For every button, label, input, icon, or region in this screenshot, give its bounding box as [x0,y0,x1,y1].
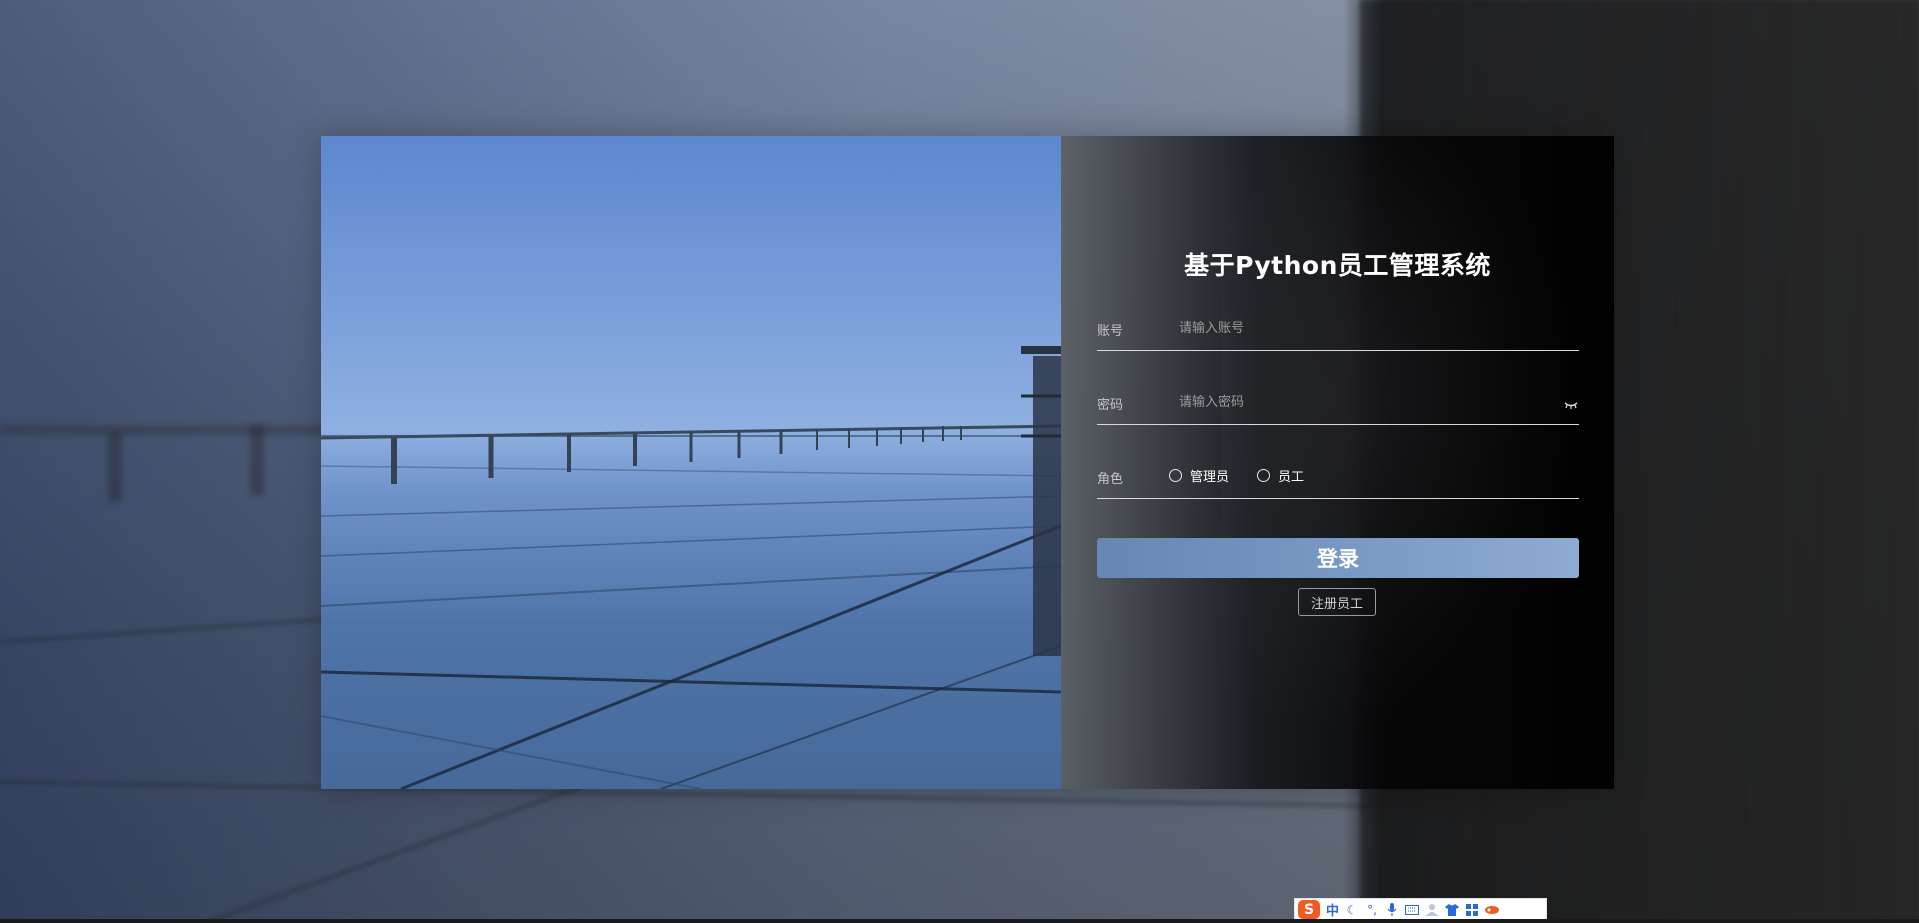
role-label: 角色 [1097,472,1124,487]
ime-toolbar: S 中 ☾ °, [1294,898,1547,921]
shirt-icon[interactable] [1445,903,1460,917]
grid-icon[interactable] [1465,903,1479,917]
account-field: 账号 [1097,310,1579,351]
punctuation-icon[interactable]: °, [1365,903,1379,917]
sogou-logo-icon[interactable]: S [1298,900,1320,919]
role-option-employee[interactable]: 员工 [1257,466,1304,485]
user-icon[interactable] [1425,903,1439,917]
keyboard-icon[interactable] [1405,903,1420,917]
microphone-icon[interactable] [1385,903,1399,917]
role-option-label: 员工 [1278,470,1305,485]
building-photo [321,136,1061,789]
login-card: 基于Python员工管理系统 账号 密码 角色 管理员 [321,136,1614,789]
register-employee-button[interactable]: 注册员工 [1298,588,1376,616]
role-field: 角色 管理员 员工 [1097,458,1579,499]
page-title: 基于Python员工管理系统 [1184,251,1491,280]
login-form-panel: 基于Python员工管理系统 账号 密码 角色 管理员 [1061,136,1614,789]
password-label: 密码 [1097,398,1124,413]
background-post [250,425,264,495]
tools-icon[interactable] [1485,903,1500,917]
role-option-label: 管理员 [1190,470,1230,485]
account-label: 账号 [1097,324,1124,339]
password-field: 密码 [1097,384,1579,425]
moon-icon[interactable]: ☾ [1345,903,1359,917]
ime-mode-toggle[interactable]: 中 [1326,900,1339,919]
background-post [108,432,122,502]
background-line [199,779,596,923]
screen-bottom-edge [0,919,1919,923]
password-input[interactable] [1179,388,1539,416]
radio-circle-icon [1169,469,1182,482]
login-button[interactable]: 登录 [1097,538,1579,578]
radio-circle-icon [1257,469,1271,482]
account-input[interactable] [1179,314,1539,342]
role-option-admin[interactable]: 管理员 [1169,466,1229,485]
background-line [0,616,330,644]
eye-closed-icon[interactable] [1563,396,1579,409]
role-radio-group: 管理员 员工 [1169,466,1304,485]
background-rail [0,425,330,435]
building-illustration [321,346,1061,789]
